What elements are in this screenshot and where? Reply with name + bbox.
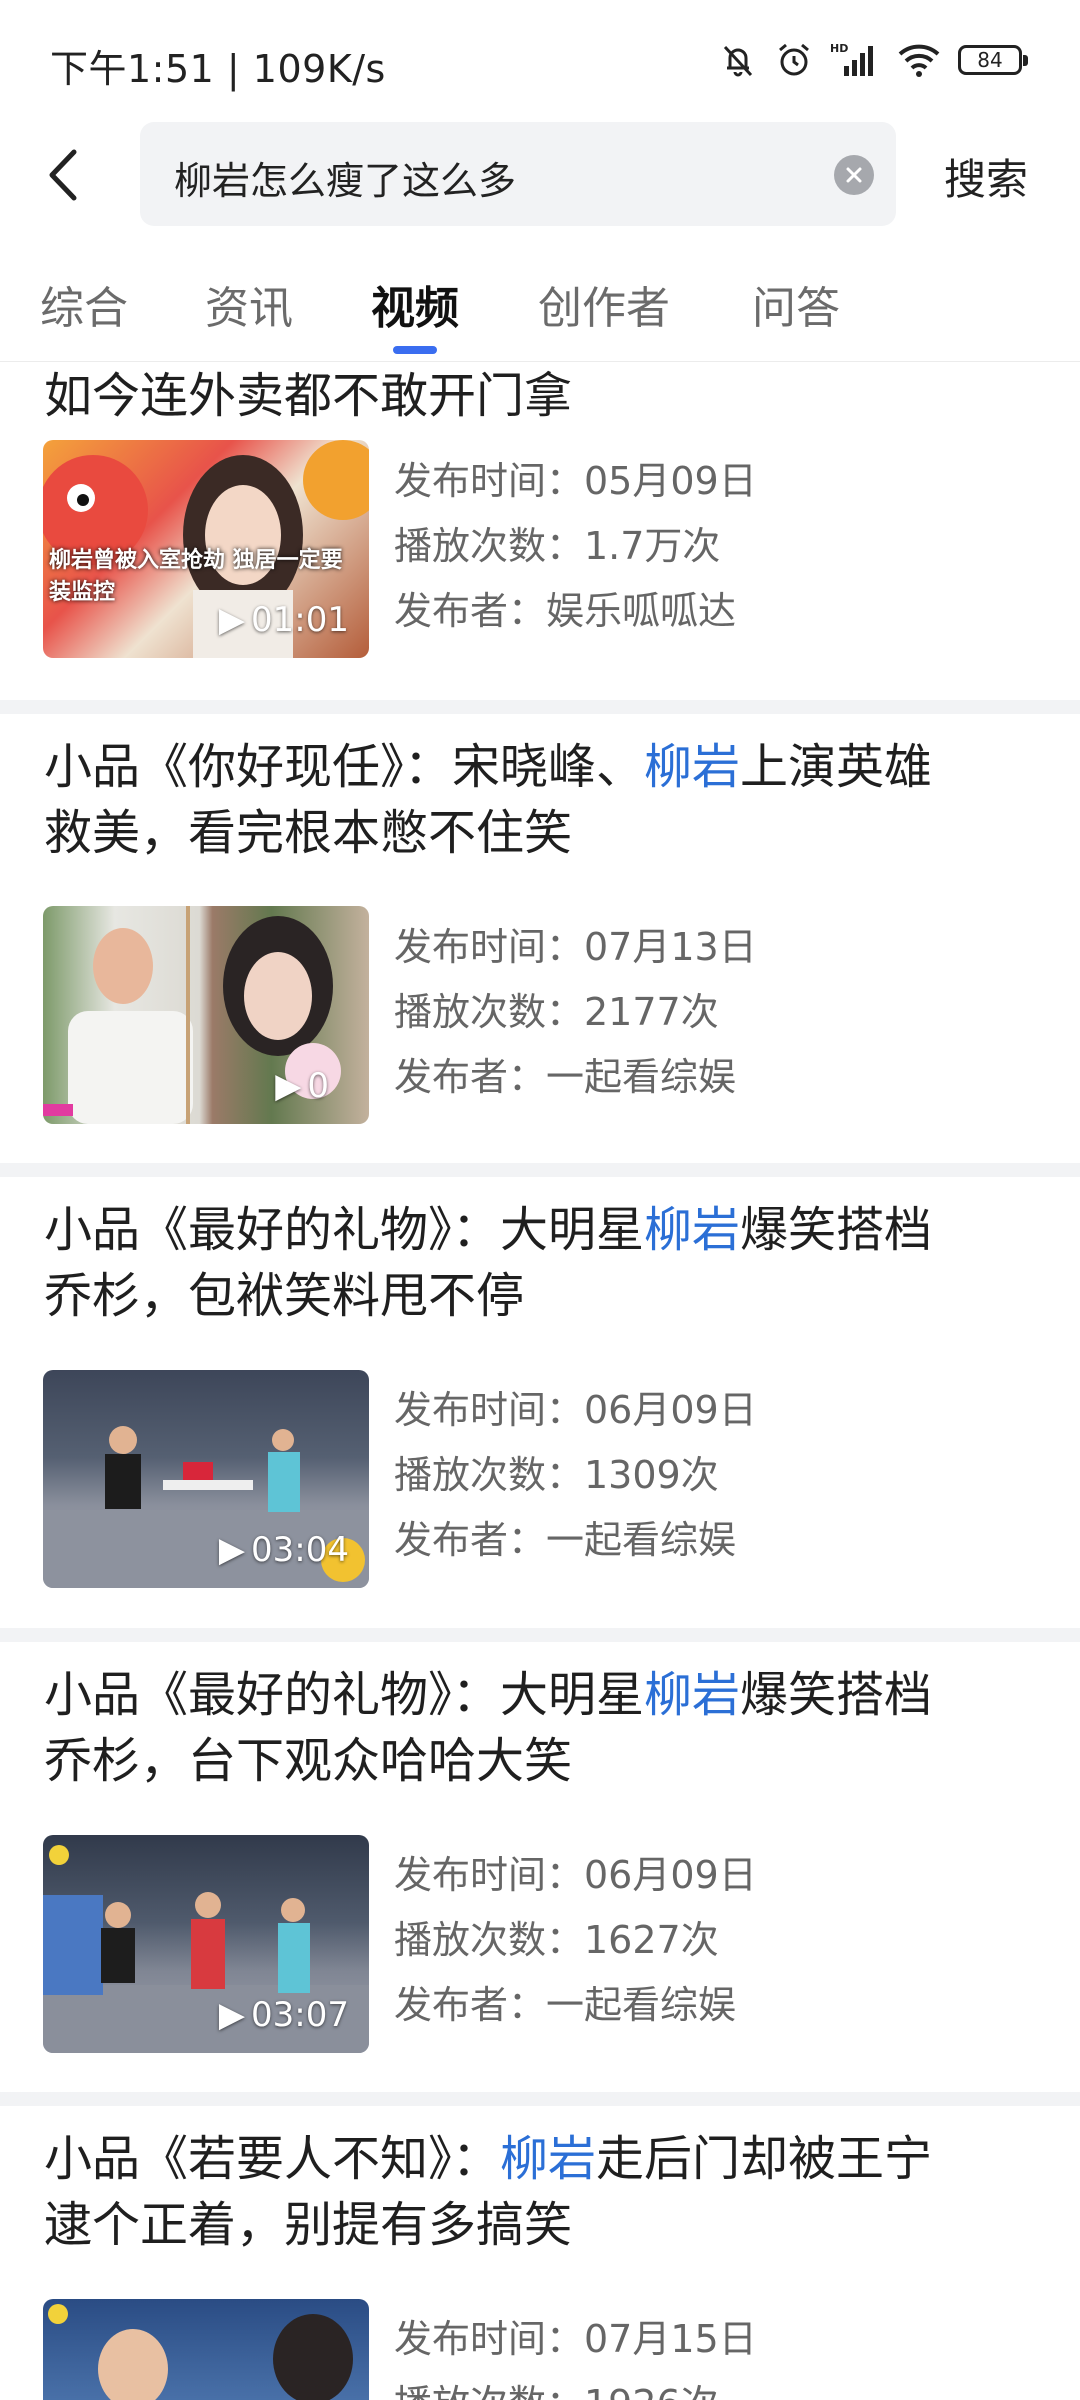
play-count: 播放次数：1627次	[394, 1918, 719, 1962]
video-title-line1: 小品《若要人不知》：柳岩走后门却被王宁	[44, 2126, 1044, 2192]
title-text: 爆笑搭档	[740, 1667, 933, 1723]
title-highlight: 柳岩	[644, 1202, 741, 1258]
video-duration: ▶ 03:04	[219, 1530, 349, 1570]
search-submit-button[interactable]: 搜索	[944, 146, 1028, 207]
title-text: 上演英雄	[740, 739, 933, 795]
video-duration: ▶ 0	[275, 1066, 329, 1106]
duration-text: 01:01	[251, 600, 349, 640]
publish-time: 发布时间：07月15日	[394, 2317, 757, 2361]
video-title: 小品《若要人不知》：柳岩走后门却被王宁 逮个正着，别提有多搞笑	[44, 2126, 1044, 2258]
status-bar: 下午1:51 | 109K/s HD 84	[0, 0, 1080, 120]
video-thumbnail[interactable]: 柳岩曾被入室抢劫 独居一定要装监控 ▶ 01:01	[43, 440, 369, 658]
search-query-text: 柳岩怎么瘦了这么多	[174, 159, 517, 203]
video-title: 小品《最好的礼物》：大明星柳岩爆笑搭档 乔杉，台下观众哈哈大笑	[44, 1662, 1044, 1794]
result-divider	[0, 2092, 1080, 2106]
result-divider	[0, 700, 1080, 714]
video-thumbnail[interactable]: ▶ 03:04	[43, 1370, 369, 1588]
video-title-line2: 乔杉，包袱笑料甩不停	[44, 1268, 525, 1324]
video-meta: 发布时间：05月09日 播放次数：1.7万次 发布者：娱乐呱呱达	[394, 449, 757, 644]
title-text: 小品《最好的礼物》：大明星	[44, 1202, 645, 1258]
title-text: 小品《你好现任》：宋晓峰、	[44, 739, 645, 795]
mute-icon	[718, 40, 758, 80]
title-text: 爆笑搭档	[740, 1202, 933, 1258]
play-count: 播放次数：1926次	[394, 2372, 757, 2400]
duration-text: 03:07	[251, 1995, 349, 2035]
video-meta: 发布时间：06月09日 播放次数：1627次 发布者：一起看综娱	[394, 1843, 757, 2038]
video-result-card[interactable]: 小品《你好现任》：宋晓峰、柳岩上演英雄 救美，看完根本憋不住笑 ▶ 0 发布时间：…	[0, 714, 1080, 1164]
video-result-card[interactable]: 小品《最好的礼物》：大明星柳岩爆笑搭档 乔杉，包袱笑料甩不停 ▶ 03:04 发布…	[0, 1177, 1080, 1628]
battery-icon: 84	[958, 45, 1028, 75]
tab-comprehensive[interactable]: 综合	[40, 272, 128, 336]
video-result-card[interactable]: 如今连外卖都不敢开门拿 柳岩曾被入室抢劫 独居一定要装监控 ▶ 01:01 发布时…	[0, 363, 1080, 698]
tab-qa[interactable]: 问答	[752, 272, 840, 336]
title-text: 小品《最好的礼物》：大明星	[44, 1667, 645, 1723]
status-time: 下午1:51 | 109K/s	[50, 47, 386, 91]
back-button[interactable]	[38, 144, 88, 206]
play-icon: ▶	[218, 600, 246, 640]
video-meta: 发布时间：07月15日 播放次数：1926次	[394, 2307, 757, 2400]
video-title-text: 如今连外卖都不敢开门拿	[44, 368, 573, 424]
thumbnail-art	[48, 2304, 353, 2400]
video-result-card[interactable]: 小品《若要人不知》：柳岩走后门却被王宁 逮个正着，别提有多搞笑 发布时间：07月…	[0, 2106, 1080, 2400]
result-divider	[0, 1163, 1080, 1177]
hd-signal-icon: HD	[830, 40, 880, 80]
active-tab-indicator	[393, 346, 437, 354]
wifi-icon	[896, 40, 942, 80]
title-text: 小品《若要人不知》：	[44, 2131, 501, 2187]
alarm-icon	[774, 40, 814, 80]
title-text: 走后门却被王宁	[596, 2131, 933, 2187]
search-header: 柳岩怎么瘦了这么多 搜索	[0, 122, 1080, 228]
video-title-line1: 小品《最好的礼物》：大明星柳岩爆笑搭档	[44, 1662, 1044, 1728]
search-input[interactable]: 柳岩怎么瘦了这么多	[140, 122, 896, 226]
video-title-line2: 救美，看完根本憋不住笑	[44, 805, 573, 861]
video-thumbnail[interactable]: ▶ 03:07	[43, 1835, 369, 2053]
svg-text:HD: HD	[830, 42, 848, 55]
video-duration: ▶ 01:01	[219, 600, 349, 640]
publisher: 发布者：一起看综娱	[394, 1983, 737, 2027]
status-icons: HD 84	[718, 40, 1028, 80]
close-icon	[846, 167, 862, 183]
play-icon: ▶	[275, 1066, 302, 1106]
video-meta: 发布时间：06月09日 播放次数：1309次 发布者：一起看综娱	[394, 1378, 757, 1573]
play-icon: ▶	[218, 1530, 246, 1570]
play-count: 播放次数：1309次	[394, 1453, 719, 1497]
publisher: 发布者：娱乐呱呱达	[394, 589, 737, 633]
video-thumbnail[interactable]	[43, 2299, 369, 2400]
video-title-line2: 乔杉，台下观众哈哈大笑	[44, 1733, 573, 1789]
publish-time: 发布时间：07月13日	[394, 925, 757, 969]
category-tabs: 综合 资讯 视频 创作者 问答	[0, 262, 1080, 362]
video-thumbnail[interactable]: ▶ 0	[43, 906, 369, 1124]
publish-time: 发布时间：05月09日	[394, 459, 757, 503]
publish-time: 发布时间：06月09日	[394, 1853, 757, 1897]
clear-search-button[interactable]	[834, 155, 874, 195]
video-title-line1: 小品《最好的礼物》：大明星柳岩爆笑搭档	[44, 1197, 1044, 1263]
duration-text: 0	[307, 1066, 329, 1106]
video-title-line1: 小品《你好现任》：宋晓峰、柳岩上演英雄	[44, 734, 1044, 800]
title-highlight: 柳岩	[644, 1667, 741, 1723]
result-divider	[0, 1628, 1080, 1642]
tab-video[interactable]: 视频	[371, 272, 459, 336]
title-highlight: 柳岩	[500, 2131, 597, 2187]
video-results-list: 如今连外卖都不敢开门拿 柳岩曾被入室抢劫 独居一定要装监控 ▶ 01:01 发布时…	[0, 363, 1080, 2400]
tab-news[interactable]: 资讯	[205, 272, 293, 336]
chevron-left-icon	[49, 149, 77, 201]
play-icon: ▶	[218, 1995, 246, 2035]
duration-text: 03:04	[251, 1530, 349, 1570]
video-title: 小品《最好的礼物》：大明星柳岩爆笑搭档 乔杉，包袱笑料甩不停	[44, 1197, 1044, 1329]
tab-creators[interactable]: 创作者	[538, 272, 670, 336]
video-meta: 发布时间：07月13日 播放次数：2177次 发布者：一起看综娱	[394, 915, 757, 1110]
publisher: 发布者：一起看综娱	[394, 1055, 737, 1099]
publish-time: 发布时间：06月09日	[394, 1388, 757, 1432]
video-result-card[interactable]: 小品《最好的礼物》：大明星柳岩爆笑搭档 乔杉，台下观众哈哈大笑 ▶ 03:07 发…	[0, 1642, 1080, 2092]
play-count: 播放次数：1.7万次	[394, 524, 721, 568]
video-title: 小品《你好现任》：宋晓峰、柳岩上演英雄 救美，看完根本憋不住笑	[44, 734, 1044, 866]
publisher: 发布者：一起看综娱	[394, 1518, 737, 1562]
video-title-line2: 逮个正着，别提有多搞笑	[44, 2197, 573, 2253]
video-title: 如今连外卖都不敢开门拿	[44, 363, 1044, 429]
video-duration: ▶ 03:07	[219, 1995, 349, 2035]
title-highlight: 柳岩	[644, 739, 741, 795]
play-count: 播放次数：2177次	[394, 990, 719, 1034]
